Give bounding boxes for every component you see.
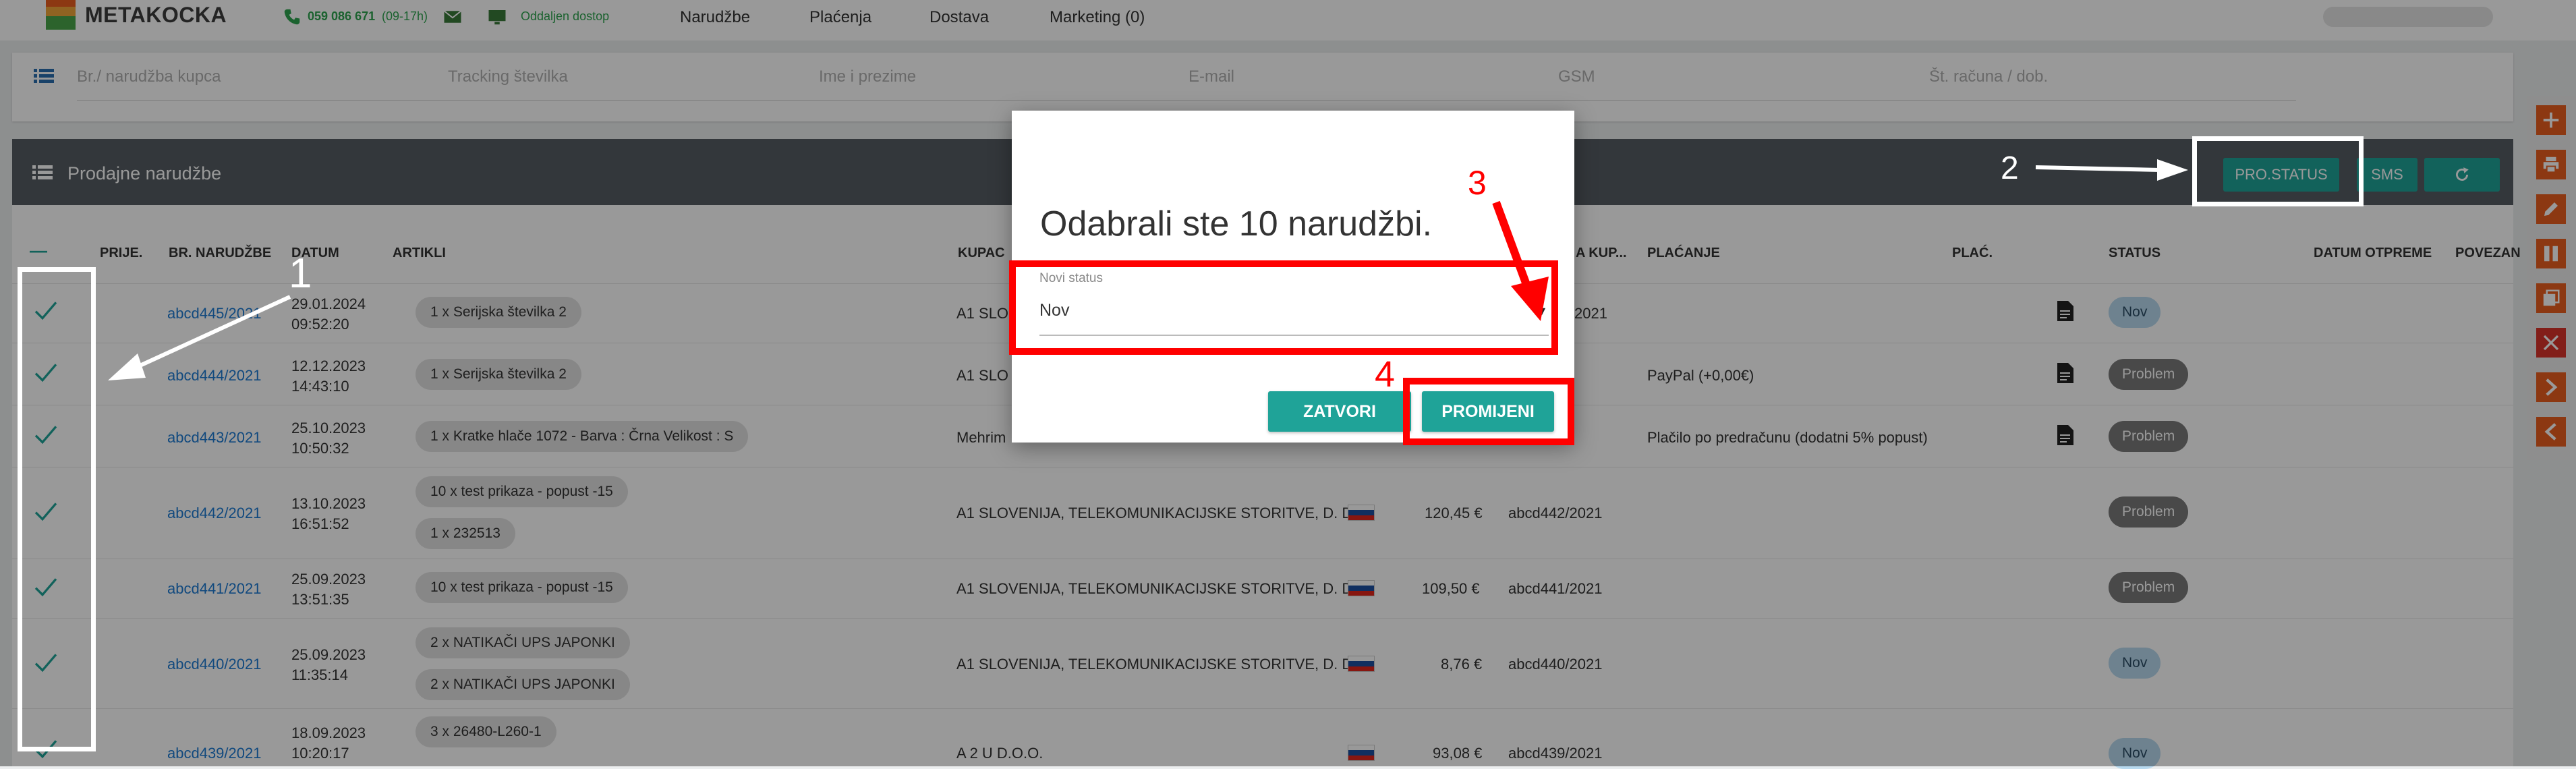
annotation-box-4 bbox=[1403, 378, 1574, 445]
annotation-number-2: 2 bbox=[2001, 150, 2019, 186]
annotation-arrow-2 bbox=[2035, 159, 2188, 181]
annotation-arrow-3 bbox=[1492, 200, 1549, 321]
annotation-number-1: 1 bbox=[289, 250, 312, 297]
close-button[interactable]: ZATVORI bbox=[1268, 391, 1411, 432]
annotation-number-3: 3 bbox=[1468, 164, 1487, 202]
annotation-box-1 bbox=[18, 267, 96, 751]
dialog-title: Odabrali ste 10 narudžbi. bbox=[1040, 204, 1433, 244]
annotation-box-2 bbox=[2192, 136, 2364, 206]
annotation-arrow-1 bbox=[108, 295, 291, 380]
annotation-box-3 bbox=[1009, 260, 1558, 355]
annotation-number-4: 4 bbox=[1375, 354, 1396, 395]
